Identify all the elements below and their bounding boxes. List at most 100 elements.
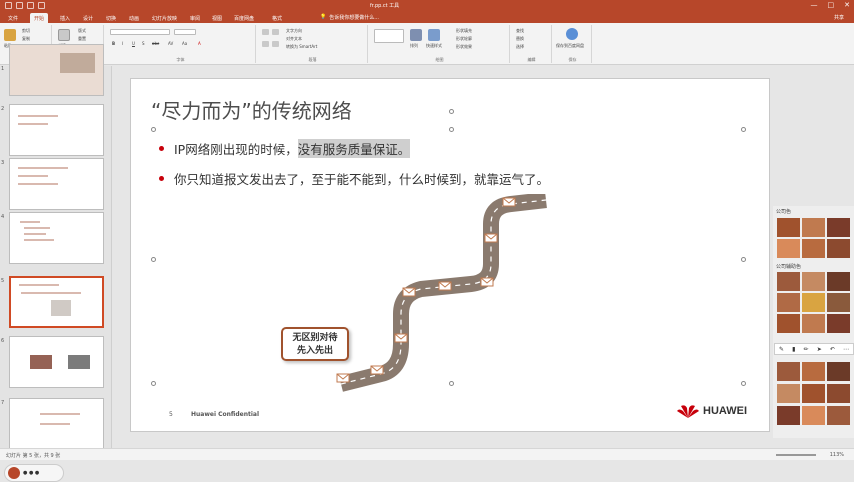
color-swatch[interactable] (827, 362, 850, 381)
select-button[interactable]: 选择 (516, 44, 524, 50)
tab-animations[interactable]: 动画 (125, 13, 143, 23)
color-swatch[interactable] (827, 239, 850, 258)
resize-handle[interactable] (741, 257, 746, 262)
shape-effects-button[interactable]: 形状效果 (456, 44, 472, 50)
align-center-icon[interactable] (272, 41, 279, 47)
color-swatch[interactable] (802, 406, 825, 425)
color-swatch[interactable] (777, 406, 800, 425)
bullet-item[interactable]: 你只知道报文发出去了，至于能不能到，什么时候到，就靠运气了。 (159, 169, 549, 188)
paste-icon[interactable] (4, 29, 16, 41)
undo-icon[interactable]: ↶ (830, 346, 835, 353)
replace-button[interactable]: 替换 (516, 36, 524, 42)
color-swatch[interactable] (827, 384, 850, 403)
color-swatch[interactable] (802, 218, 825, 237)
resize-handle[interactable] (151, 381, 156, 386)
redo-icon[interactable] (27, 2, 34, 9)
reset-button[interactable]: 重置 (78, 36, 86, 42)
smartart-button[interactable]: 转换为 SmartArt (286, 44, 317, 50)
resize-handle[interactable] (741, 381, 746, 386)
color-swatch[interactable] (777, 314, 800, 333)
tab-slideshow[interactable]: 幻灯片放映 (148, 13, 181, 23)
slide-title[interactable]: “尽力而为”的传统网络 (151, 95, 352, 124)
arrange-label[interactable]: 排列 (410, 43, 418, 49)
shape-outline-button[interactable]: 形状轮廓 (456, 36, 472, 42)
cloud-icon[interactable] (566, 28, 578, 40)
text-direction-button[interactable]: 文字方向 (286, 28, 302, 34)
zoom-slider[interactable] (776, 454, 816, 456)
tab-view[interactable]: 视图 (208, 13, 226, 23)
change-case-button[interactable]: Aa (182, 41, 187, 46)
quick-styles-label[interactable]: 快速样式 (426, 43, 442, 49)
font-color-button[interactable]: A (198, 41, 201, 46)
layout-button[interactable]: 版式 (78, 28, 86, 34)
resize-handle[interactable] (151, 257, 156, 262)
color-swatch[interactable] (802, 314, 825, 333)
arrange-icon[interactable] (410, 29, 422, 41)
color-swatch[interactable] (802, 384, 825, 403)
italic-button[interactable]: I (122, 41, 123, 46)
color-swatch[interactable] (802, 293, 825, 312)
color-swatch[interactable] (777, 362, 800, 381)
close-button[interactable]: ✕ (844, 1, 850, 9)
color-swatch[interactable] (827, 272, 850, 291)
color-swatch[interactable] (802, 239, 825, 258)
chat-bubble[interactable]: ● ● ● (4, 464, 64, 482)
color-swatch[interactable] (777, 239, 800, 258)
slideshow-icon[interactable] (38, 2, 45, 9)
slide-thumbnail-6[interactable] (9, 336, 104, 388)
spacing-button[interactable]: AV (168, 41, 173, 46)
resize-handle[interactable] (449, 127, 454, 132)
shadow-button[interactable]: S (142, 41, 145, 46)
pointer-icon[interactable]: ➤ (817, 346, 822, 353)
find-button[interactable]: 查找 (516, 28, 524, 34)
underline-button[interactable]: U (132, 41, 135, 46)
color-swatch[interactable] (777, 384, 800, 403)
tab-insert[interactable]: 插入 (56, 13, 74, 23)
undo-icon[interactable] (16, 2, 23, 9)
marker-icon[interactable]: ✏ (804, 346, 809, 353)
color-swatch[interactable] (827, 293, 850, 312)
slide-thumbnail-1[interactable] (9, 44, 104, 96)
tell-me-box[interactable]: 💡 告诉我你想要做什么... (320, 14, 379, 21)
rotate-handle[interactable] (449, 109, 454, 114)
pen-icon[interactable]: ✎ (779, 346, 784, 353)
align-text-button[interactable]: 对齐文本 (286, 36, 302, 42)
tab-baidu[interactable]: 百度网盘 (230, 13, 258, 23)
color-swatch[interactable] (827, 218, 850, 237)
resize-handle[interactable] (741, 127, 746, 132)
shapes-gallery[interactable] (374, 29, 404, 43)
share-button[interactable]: 共享 (834, 14, 844, 21)
strikethrough-button[interactable]: abc (152, 41, 159, 46)
minimize-button[interactable]: — (811, 1, 818, 9)
bullet-item[interactable]: IP网络刚出现的时候， 没有服务质量保证。 (159, 139, 411, 158)
shape-fill-button[interactable]: 形状填充 (456, 28, 472, 34)
tab-transitions[interactable]: 切换 (102, 13, 120, 23)
save-icon[interactable] (5, 2, 12, 9)
color-swatch[interactable] (827, 406, 850, 425)
tab-review[interactable]: 审阅 (186, 13, 204, 23)
maximize-button[interactable]: □ (828, 1, 835, 9)
font-name-box[interactable] (110, 29, 170, 35)
color-swatch[interactable] (802, 272, 825, 291)
slide-thumbnail-7[interactable] (9, 398, 104, 450)
zoom-level[interactable]: 113% (830, 452, 844, 458)
slide-thumbnail-3[interactable] (9, 158, 104, 210)
slide-thumbnail-4[interactable] (9, 212, 104, 264)
cut-button[interactable]: 剪切 (22, 28, 30, 34)
color-swatch[interactable] (827, 314, 850, 333)
resize-handle[interactable] (151, 127, 156, 132)
color-swatch[interactable] (777, 272, 800, 291)
color-swatch[interactable] (777, 218, 800, 237)
save-to-baidu-button[interactable]: 保存到百度网盘 (556, 43, 584, 49)
new-slide-icon[interactable] (58, 29, 70, 41)
numbering-icon[interactable] (272, 29, 279, 35)
align-left-icon[interactable] (262, 41, 269, 47)
bold-button[interactable]: B (112, 41, 115, 46)
callout-box[interactable]: 无区别对待 先入先出 (281, 327, 349, 361)
highlighter-icon[interactable]: ▮ (792, 346, 795, 353)
quick-styles-icon[interactable] (428, 29, 440, 41)
color-swatch[interactable] (777, 293, 800, 312)
copy-button[interactable]: 复制 (22, 36, 30, 42)
bullets-icon[interactable] (262, 29, 269, 35)
slide-thumbnail-5[interactable] (9, 276, 104, 328)
